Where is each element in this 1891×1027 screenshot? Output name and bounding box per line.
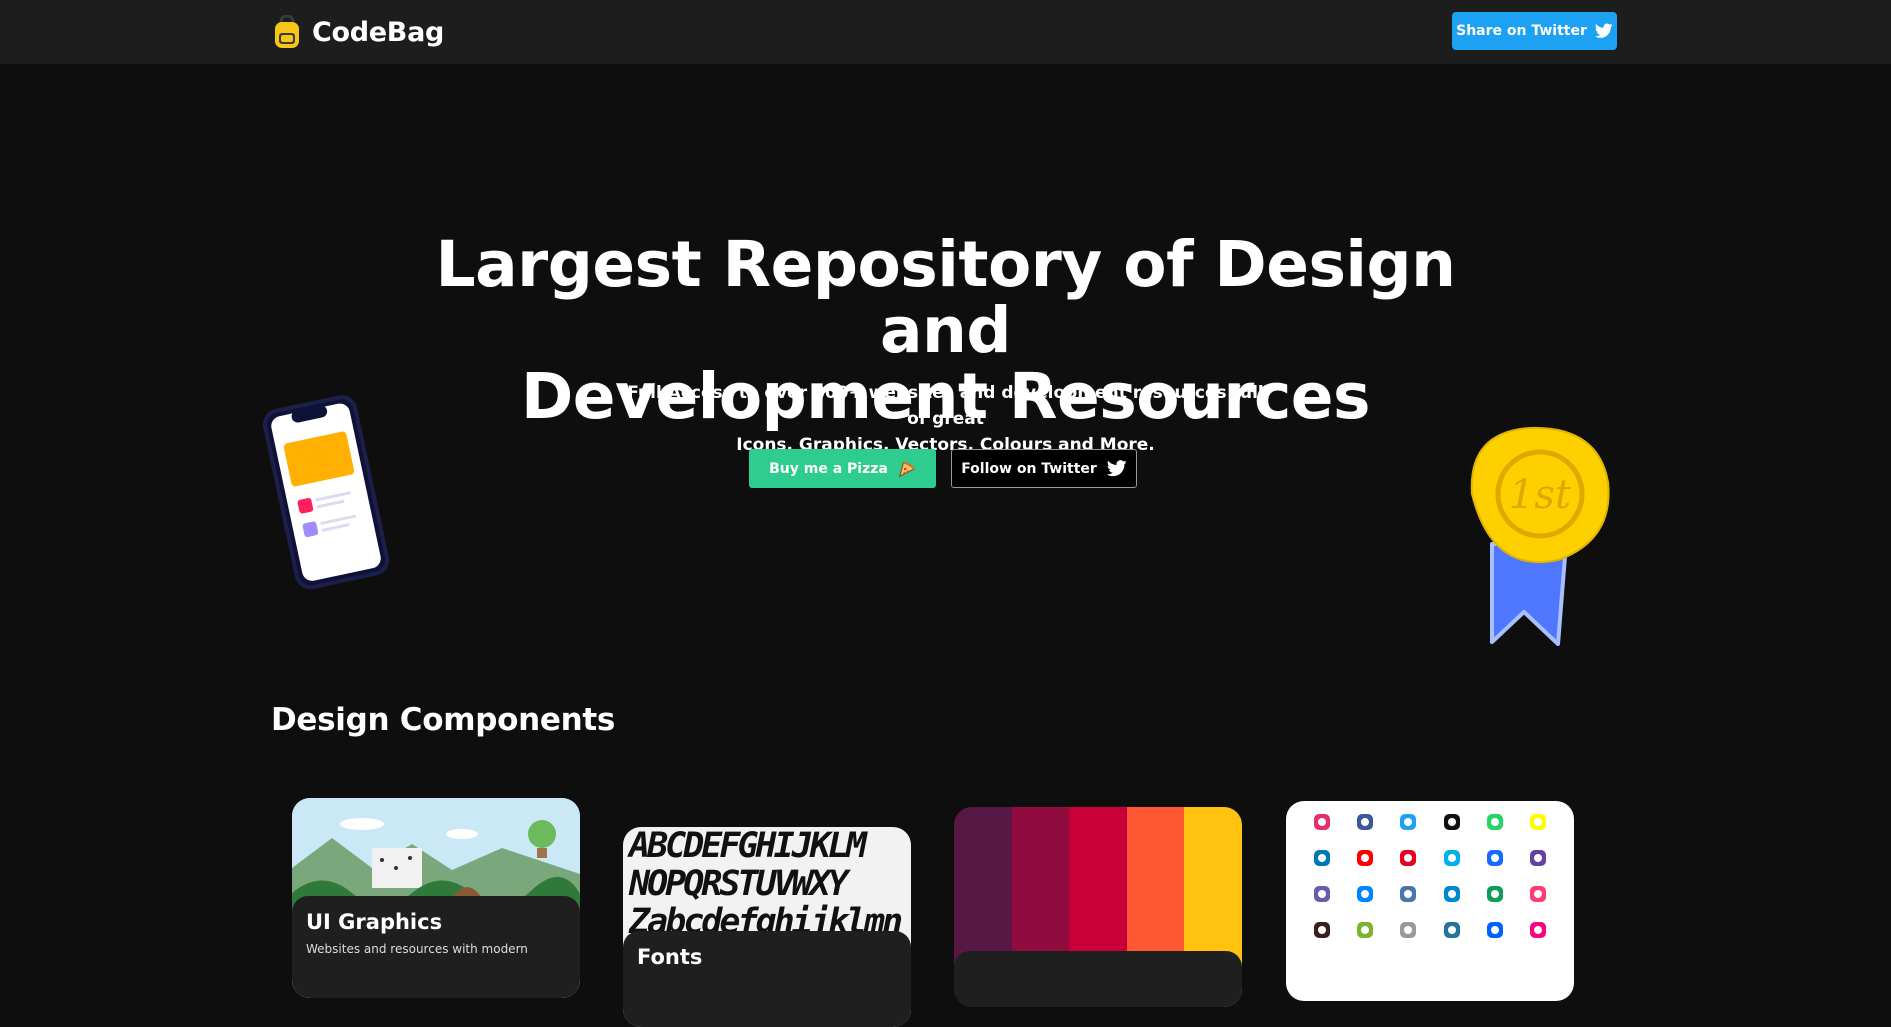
wechat-icon: [1343, 917, 1386, 942]
fonts-sample-line-2: NOPQRSTUVWXY: [629, 864, 849, 904]
hangouts-icon: [1473, 881, 1516, 906]
tinder-icon: [1517, 881, 1560, 906]
linkedin-icon: [1300, 845, 1343, 870]
card-fonts-label-box: Fonts: [623, 931, 911, 1027]
card-fonts[interactable]: ABCDEFGHIJKLM NOPQRSTUVWXY Zabcdefghijkl…: [623, 827, 911, 1027]
wordpress-icon: [1430, 917, 1473, 942]
share-button-label: Share on Twitter: [1456, 23, 1587, 39]
telegram-icon: [1430, 881, 1473, 906]
viber-icon: [1300, 881, 1343, 906]
hero-title-line-1: Largest Repository of Design and: [435, 228, 1456, 367]
messenger-icon: [1343, 881, 1386, 906]
fonts-sample-line-1: ABCDEFGHIJKLM: [629, 827, 867, 866]
section-title-design-components: Design Components: [271, 702, 616, 738]
card-colors[interactable]: [954, 807, 1242, 1007]
card-fonts-title: Fonts: [637, 945, 703, 969]
behance-icon: [1473, 845, 1516, 870]
twitter-icon: [1387, 809, 1430, 834]
skype-icon: [1430, 845, 1473, 870]
pizza-button-label: Buy me a Pizza: [769, 460, 888, 477]
twitter-bird-icon: [1106, 460, 1127, 477]
card-icons[interactable]: [1286, 801, 1574, 1001]
pizza-icon: [898, 461, 915, 477]
fonts-sample-text: ABCDEFGHIJKLM NOPQRSTUVWXY Zabcdefghijkl…: [629, 827, 911, 941]
social-icon-grid: [1300, 809, 1560, 942]
facebook-icon: [1343, 809, 1386, 834]
dropbox-icon: [1473, 917, 1516, 942]
snapchat-icon: [1517, 809, 1560, 834]
card-ui-graphics-label-box: UI Graphics Websites and resources with …: [292, 896, 580, 998]
imessage-icon: [1387, 917, 1430, 942]
card-ui-graphics-desc: Websites and resources with modern: [306, 942, 528, 956]
share-on-twitter-button[interactable]: Share on Twitter: [1452, 12, 1617, 50]
hero-subtitle: Full Access to over 800+ websites and de…: [620, 380, 1271, 458]
card-ui-graphics-title: UI Graphics: [306, 910, 443, 934]
brand-name: CodeBag: [312, 16, 445, 48]
vk-icon: [1387, 881, 1430, 906]
card-ui-graphics[interactable]: UI Graphics Websites and resources with …: [292, 798, 580, 998]
hero-subtitle-line-1: Full Access to over 800+ websites and de…: [627, 383, 1264, 429]
card-colors-label-box: [954, 951, 1242, 1007]
backpack-logo-icon: [275, 15, 299, 48]
brand-logo-link[interactable]: CodeBag: [272, 14, 444, 50]
twitter-bird-icon: [1594, 23, 1613, 38]
top-navigation-bar: CodeBag Share on Twitter: [0, 0, 1891, 64]
tiktok-icon: [1430, 809, 1473, 834]
whatsapp-icon: [1473, 809, 1516, 834]
pinterest-icon: [1387, 845, 1430, 870]
flickr-icon: [1517, 917, 1560, 942]
kakaotalk-icon: [1300, 917, 1343, 942]
youtube-icon: [1343, 845, 1386, 870]
buy-me-a-pizza-button[interactable]: Buy me a Pizza: [749, 449, 936, 488]
instagram-icon: [1300, 809, 1343, 834]
follow-button-label: Follow on Twitter: [961, 460, 1097, 477]
twitch-icon: [1517, 845, 1560, 870]
first-place-medal-illustration: 1st: [1470, 426, 1610, 646]
follow-on-twitter-button[interactable]: Follow on Twitter: [951, 449, 1137, 488]
phone-illustration: [262, 395, 390, 590]
medal-label: 1st: [1509, 472, 1572, 518]
